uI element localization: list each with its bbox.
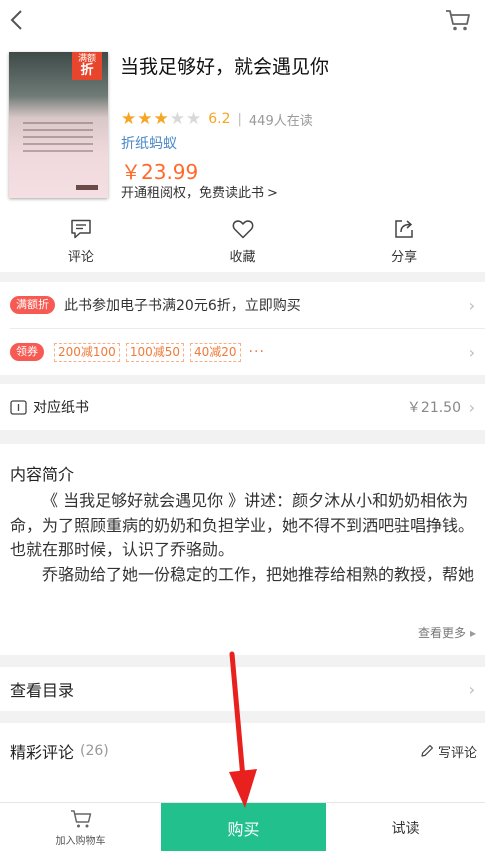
star-empty-icon: ★ [186, 109, 202, 129]
bottom-bar: 加入购物车 购买 试读 [0, 802, 485, 851]
reviews-title: 精彩评论 [10, 743, 75, 762]
write-review-button[interactable]: 写评论 [420, 742, 477, 761]
share-label: 分享 [391, 250, 418, 265]
book-title: 当我足够好，就会遇见你 [120, 56, 330, 78]
write-review-label: 写评论 [437, 745, 477, 761]
chevron-right-icon: › [468, 679, 475, 699]
heart-icon [232, 220, 253, 239]
rent-link[interactable]: 开通租阅权，免费读此书 > [121, 182, 278, 201]
reader-count: 449人在读 [248, 113, 313, 129]
chevron-left-icon[interactable] [6, 8, 28, 32]
add-to-cart-button[interactable]: 加入购物车 [0, 803, 161, 851]
star-filled-icon: ★ [137, 109, 153, 129]
see-more-label: 查看更多 [417, 626, 466, 640]
chevron-right-icon: › [468, 295, 475, 315]
cover-text-lines [23, 122, 93, 157]
book-price: ￥23.99 [121, 160, 199, 184]
pencil-icon [421, 745, 433, 757]
chevron-right-icon: › [468, 342, 475, 362]
trial-read-button[interactable]: 试读 [326, 803, 485, 851]
rating-score: 6.2 [208, 111, 231, 127]
section-gap [0, 430, 485, 444]
comment-label: 评论 [67, 250, 94, 265]
rating-separator: | [237, 111, 242, 127]
promo-badge: 满额折 [10, 296, 55, 314]
cover-publisher-mark [76, 185, 98, 190]
buy-button[interactable]: 购买 [161, 803, 326, 851]
caret-right-icon: ▸ [469, 626, 476, 640]
rating-row: ★ ★ ★ ★ ★ 6.2 | 449人在读 [121, 109, 313, 129]
action-row: 评论 收藏 分享 [0, 212, 485, 270]
more-coupons[interactable]: ··· [249, 344, 265, 360]
top-bar [0, 0, 485, 40]
cover-discount-tag: 满额 折 [72, 52, 102, 80]
favorite-label: 收藏 [229, 250, 256, 265]
rent-arrow: > [267, 186, 278, 201]
cart-icon[interactable] [445, 8, 471, 32]
reviews-count: (26) [80, 743, 109, 759]
book-icon [10, 399, 27, 415]
coupon-item[interactable]: 100减50 [125, 342, 184, 362]
star-empty-icon: ★ [169, 109, 185, 129]
book-info: 满额 折 当我足够好，就会遇见你 ★ ★ ★ ★ ★ 6.2 | 449人在读 折纸蚂蚁… [0, 40, 485, 205]
cover-tag-main: 折 [80, 63, 94, 78]
intro-body: 《 当我足够好就会遇见你 》讲述：颜夕沐从小和奶奶相依为命，为了照顾重病的奶奶和… [10, 489, 480, 587]
intro-paragraph: 《 当我足够好就会遇见你 》讲述：颜夕沐从小和奶奶相依为命，为了照顾重病的奶奶和… [10, 491, 475, 559]
add-to-cart-label: 加入购物车 [55, 835, 106, 847]
cart-icon [70, 809, 91, 827]
coupon-badge: 领券 [10, 343, 44, 361]
see-more-link[interactable]: 查看更多 ▸ [418, 624, 476, 641]
promo-text: 此书参加电子书满20元6折，立即购买 [64, 298, 301, 314]
intro-paragraph: 乔骆勋给了她一份稳定的工作，把她推荐给相熟的教授，帮她争取出国的名额，替她奶奶寻… [42, 564, 475, 584]
section-gap [0, 711, 485, 723]
paper-book-price: ￥21.50 [406, 400, 461, 416]
coupon-item[interactable]: 200减100 [54, 342, 120, 362]
star-filled-icon: ★ [153, 109, 169, 129]
toc-row[interactable]: 查看目录 › [0, 669, 485, 709]
share-button[interactable]: 分享 [323, 212, 485, 270]
comment-icon [71, 219, 91, 239]
section-gap [0, 375, 485, 384]
promo-row[interactable]: 满额折 此书参加电子书满20元6折，立即购买 › [0, 282, 485, 328]
paper-book-row[interactable]: 对应纸书 ￥21.50 › [0, 384, 485, 430]
rent-text: 开通租阅权，免费读此书 [121, 186, 265, 201]
star-filled-icon: ★ [121, 109, 137, 129]
section-gap [0, 655, 485, 667]
share-icon [395, 220, 413, 238]
comment-button[interactable]: 评论 [0, 212, 162, 270]
intro-title: 内容简介 [10, 465, 75, 484]
section-gap [0, 272, 485, 282]
chevron-right-icon: › [468, 397, 475, 417]
reviews-header: 精彩评论 (26) 写评论 [0, 731, 485, 771]
coupon-item[interactable]: 40减20 [190, 342, 241, 362]
rating-stars: ★ ★ ★ ★ ★ [121, 109, 202, 129]
paper-book-label: 对应纸书 [33, 400, 89, 416]
favorite-button[interactable]: 收藏 [162, 212, 324, 270]
coupon-row[interactable]: 领券 200减100 100减50 40减20 ··· › [0, 329, 485, 375]
toc-label: 查看目录 [10, 681, 75, 700]
book-cover[interactable]: 满额 折 [9, 52, 108, 198]
author-link[interactable]: 折纸蚂蚁 [121, 133, 177, 153]
